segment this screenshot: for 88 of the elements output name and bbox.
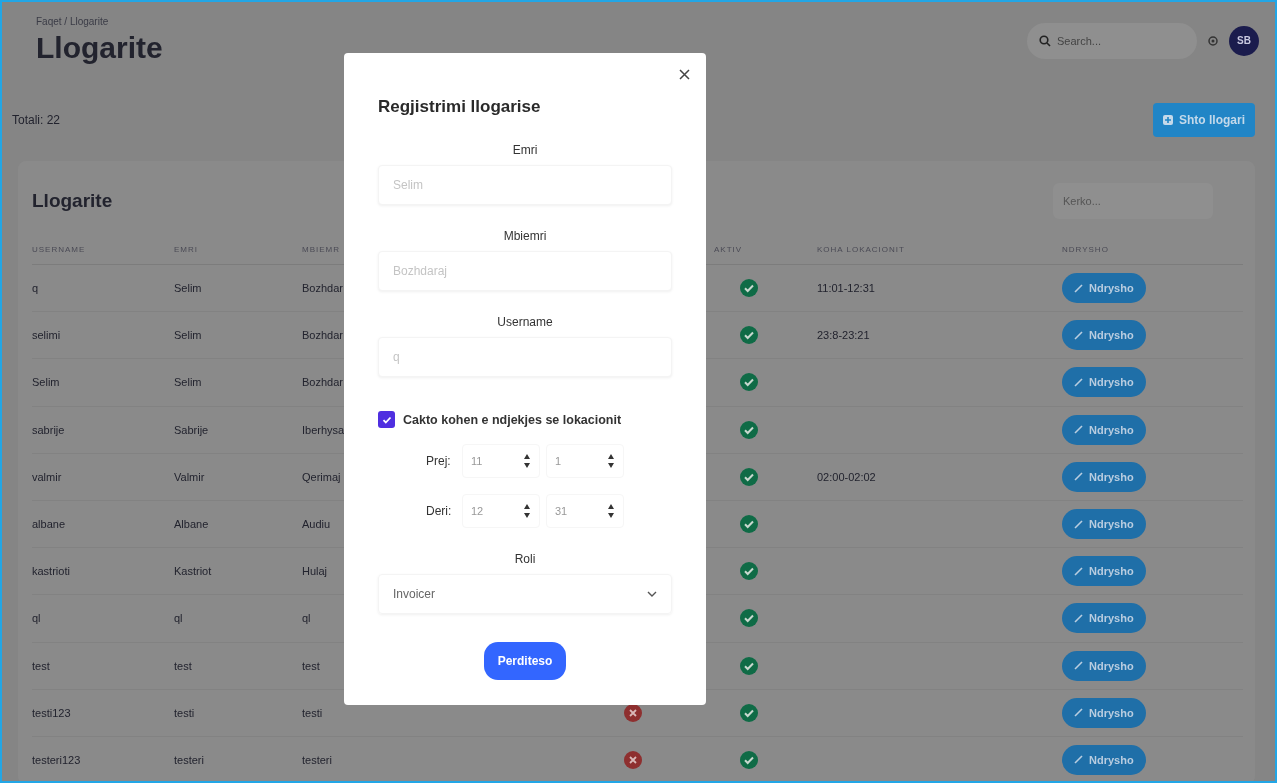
- table-cell: testeri: [302, 736, 602, 781]
- pencil-icon: [1074, 708, 1083, 718]
- input-field[interactable]: q: [378, 337, 672, 377]
- table-cell: Valmir: [174, 453, 302, 501]
- close-icon[interactable]: [677, 67, 692, 82]
- table-cell: q: [32, 265, 174, 313]
- spinner-arrows-icon[interactable]: [523, 503, 531, 519]
- field-label: Emri: [511, 143, 539, 157]
- table-cell: sabrije: [32, 406, 174, 454]
- time-label: Deri:: [426, 504, 453, 518]
- pencil-icon: [1074, 472, 1083, 482]
- pencil-icon: [1074, 519, 1083, 529]
- table-cell: Sabrije: [174, 406, 302, 454]
- plus-icon: [1163, 115, 1173, 125]
- table-cell: 02:00-02:02: [817, 470, 876, 483]
- number-field[interactable]: 11: [462, 444, 540, 478]
- pencil-icon: [1074, 613, 1083, 623]
- spinner-arrows-icon[interactable]: [607, 503, 615, 519]
- table-cell: Selim: [174, 265, 302, 313]
- search-field[interactable]: Kerko...: [1053, 183, 1213, 219]
- column-header[interactable]: AKTIV: [714, 231, 817, 265]
- user-avatar[interactable]: SB: [1229, 25, 1259, 56]
- column-header[interactable]: EMRI: [174, 231, 302, 265]
- edit-button[interactable]: Ndrysho: [1062, 461, 1146, 492]
- number-field[interactable]: 1: [546, 444, 624, 478]
- breadcrumb[interactable]: Faqet / Llogarite: [36, 16, 163, 27]
- column-header[interactable]: KOHA LOKACIONIT: [817, 231, 1062, 265]
- checkbox[interactable]: [378, 411, 395, 428]
- edit-button[interactable]: Ndrysho: [1062, 320, 1146, 351]
- field-label: Username: [496, 315, 554, 329]
- spinner-arrows-icon[interactable]: [607, 453, 615, 469]
- edit-button[interactable]: Ndrysho: [1062, 556, 1146, 587]
- table-cell: Selim: [174, 359, 302, 407]
- time-label: Prej:: [426, 454, 452, 468]
- field-label: Roli: [513, 552, 537, 566]
- pencil-icon: [1074, 566, 1083, 576]
- pencil-icon: [1074, 330, 1083, 340]
- table-cell: testeri123: [32, 736, 174, 781]
- number-field[interactable]: 12: [462, 494, 540, 528]
- total-count: Totali: 22: [12, 113, 61, 127]
- pencil-icon: [1074, 377, 1083, 387]
- gear-icon[interactable]: [1207, 34, 1219, 47]
- table-cell: testi: [174, 689, 302, 737]
- table-cell: Selim: [32, 359, 174, 407]
- column-header[interactable]: USERNAME: [32, 231, 174, 265]
- add-account-button[interactable]: Shto llogari: [1153, 103, 1255, 137]
- check-icon: [381, 414, 392, 425]
- pencil-icon: [1074, 661, 1083, 671]
- pencil-icon: [1074, 425, 1083, 435]
- chevron-down-icon: [647, 591, 657, 597]
- table-cell: albane: [32, 500, 174, 549]
- update-button[interactable]: Perditeso: [483, 642, 567, 680]
- edit-button[interactable]: Ndrysho: [1062, 603, 1146, 634]
- search-field[interactable]: Search...: [1027, 22, 1197, 59]
- table-cell: Kastriot: [174, 548, 302, 596]
- table-cell: ql: [32, 595, 174, 643]
- role-dropdown[interactable]: Invoicer: [378, 574, 672, 614]
- table-cell: ql: [174, 595, 302, 643]
- edit-button[interactable]: Ndrysho: [1062, 697, 1146, 728]
- edit-button[interactable]: Ndrysho: [1062, 509, 1146, 540]
- field-label: Mbiemri: [502, 229, 548, 243]
- modal-title: Regjistrimi llogarise: [378, 97, 542, 117]
- column-header[interactable]: NDRYSHO: [1062, 231, 1243, 265]
- table-cell: 11:01-12:31: [817, 282, 875, 295]
- edit-button[interactable]: Ndrysho: [1062, 414, 1146, 445]
- number-field[interactable]: 31: [546, 494, 624, 528]
- search-icon: [1039, 34, 1051, 47]
- input-field[interactable]: Bozhdaraj: [378, 251, 672, 291]
- edit-button[interactable]: Ndrysho: [1062, 650, 1146, 681]
- card-title: Llogarite: [32, 190, 113, 212]
- page-title: Llogarite: [36, 31, 163, 65]
- table-cell: testeri: [174, 736, 302, 781]
- table-cell: test: [32, 642, 174, 690]
- input-field[interactable]: Selim: [378, 165, 672, 205]
- spinner-arrows-icon[interactable]: [523, 453, 531, 469]
- table-cell: kastrioti: [32, 548, 174, 596]
- edit-button[interactable]: Ndrysho: [1062, 367, 1146, 398]
- table-cell: Albane: [174, 500, 302, 549]
- table-cell: test: [174, 642, 302, 690]
- table-cell: testi123: [32, 689, 174, 737]
- pencil-icon: [1074, 283, 1083, 293]
- pencil-icon: [1074, 755, 1083, 765]
- table-cell: valmir: [32, 453, 174, 501]
- table-cell: Selim: [174, 312, 302, 360]
- edit-button[interactable]: Ndrysho: [1062, 744, 1146, 775]
- edit-button[interactable]: Ndrysho: [1062, 273, 1146, 304]
- table-cell: selimi: [32, 312, 174, 360]
- table-cell: 23:8-23:21: [817, 329, 870, 342]
